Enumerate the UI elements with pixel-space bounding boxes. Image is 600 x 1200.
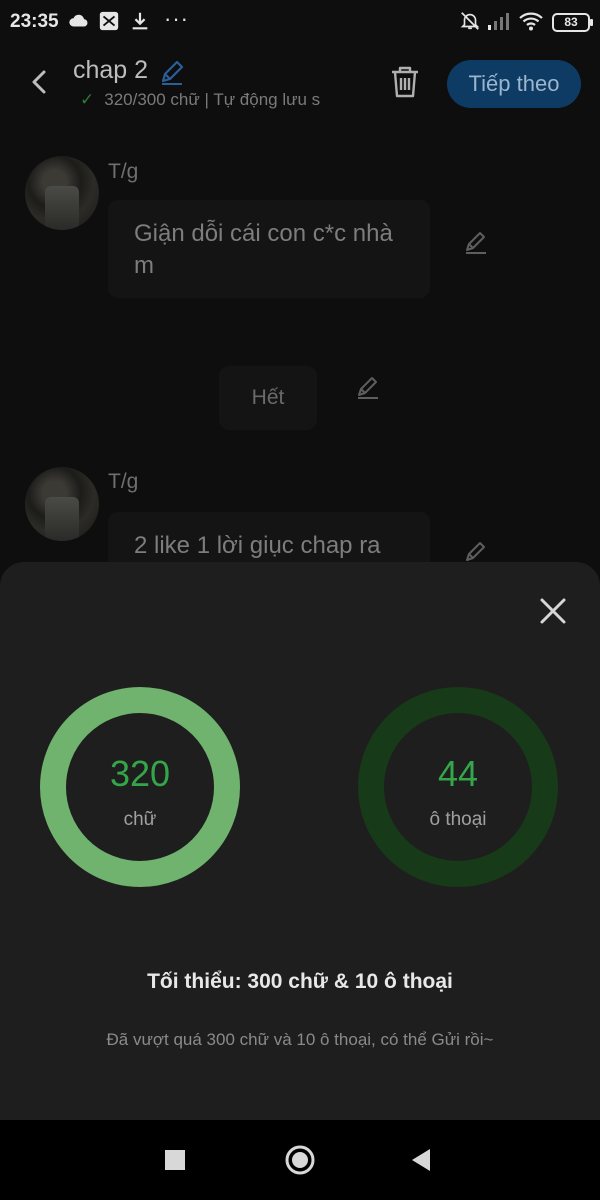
download-icon bbox=[132, 12, 148, 30]
message-bubble[interactable]: Giận dỗi cái con c*c nhà m bbox=[108, 200, 430, 298]
chat-area: T/g Giận dỗi cái con c*c nhà m Hết T/g 2… bbox=[0, 122, 600, 592]
edit-end-pencil-icon[interactable] bbox=[354, 373, 382, 401]
status-time: 23:35 bbox=[10, 11, 59, 32]
mute-bell-icon bbox=[460, 12, 480, 30]
stats-bottom-sheet: 320 chữ 44 ô thoại Tối thiểu: 300 chữ & … bbox=[0, 562, 600, 1120]
word-count-value: 320 bbox=[109, 753, 171, 794]
edit-title-pencil-icon[interactable] bbox=[157, 57, 187, 87]
next-button[interactable]: Tiếp theo bbox=[447, 60, 581, 108]
save-status: ✓ 320/300 chữ | Tự động lưu s bbox=[80, 90, 364, 110]
message-sender: T/g bbox=[108, 470, 139, 493]
battery-icon: 83 bbox=[552, 13, 593, 32]
dialog-count-label: ô thoại bbox=[429, 809, 487, 830]
recents-button[interactable] bbox=[163, 1144, 187, 1176]
end-marker-chip[interactable]: Hết bbox=[219, 366, 317, 430]
dialog-count-ring: 44 ô thoại bbox=[358, 687, 558, 887]
avatar bbox=[25, 467, 99, 541]
message-text: 2 like 1 lời giục chap ra bbox=[134, 532, 381, 559]
chapter-title: chap 2 bbox=[73, 56, 149, 84]
cloud-icon bbox=[69, 14, 88, 27]
home-button[interactable] bbox=[284, 1144, 316, 1176]
word-count-ring: 320 chữ bbox=[40, 687, 240, 887]
edit-message-pencil-icon[interactable] bbox=[462, 228, 490, 256]
check-icon: ✓ bbox=[80, 90, 95, 109]
message-text: Giận dỗi cái con c*c nhà m bbox=[134, 220, 393, 279]
delete-button[interactable] bbox=[385, 62, 425, 102]
signal-icon bbox=[488, 13, 509, 30]
word-count-label: chữ bbox=[123, 809, 157, 830]
editor-header: chap 2 ✓ 320/300 chữ | Tự động lưu s Tiếp… bbox=[0, 46, 600, 122]
status-bar: 23:35 ··· 83 bbox=[0, 0, 600, 46]
more-dots-icon: ··· bbox=[164, 6, 189, 31]
wifi-icon bbox=[519, 12, 543, 31]
minimum-requirement: Tối thiểu: 300 chữ & 10 ô thoại bbox=[147, 970, 453, 993]
avatar bbox=[25, 156, 99, 230]
close-button[interactable] bbox=[536, 594, 570, 628]
message-sender: T/g bbox=[108, 160, 139, 183]
back-nav-button[interactable] bbox=[408, 1144, 434, 1176]
battery-level: 83 bbox=[564, 15, 578, 29]
requirement-note: Đã vượt quá 300 chữ và 10 ô thoại, có th… bbox=[106, 1030, 494, 1049]
back-button[interactable] bbox=[22, 64, 58, 100]
app-notification-icon bbox=[99, 11, 119, 31]
dialog-count-value: 44 bbox=[437, 753, 479, 794]
save-status-text: 320/300 chữ | Tự động lưu s bbox=[104, 90, 321, 109]
system-nav-bar bbox=[0, 1120, 600, 1200]
